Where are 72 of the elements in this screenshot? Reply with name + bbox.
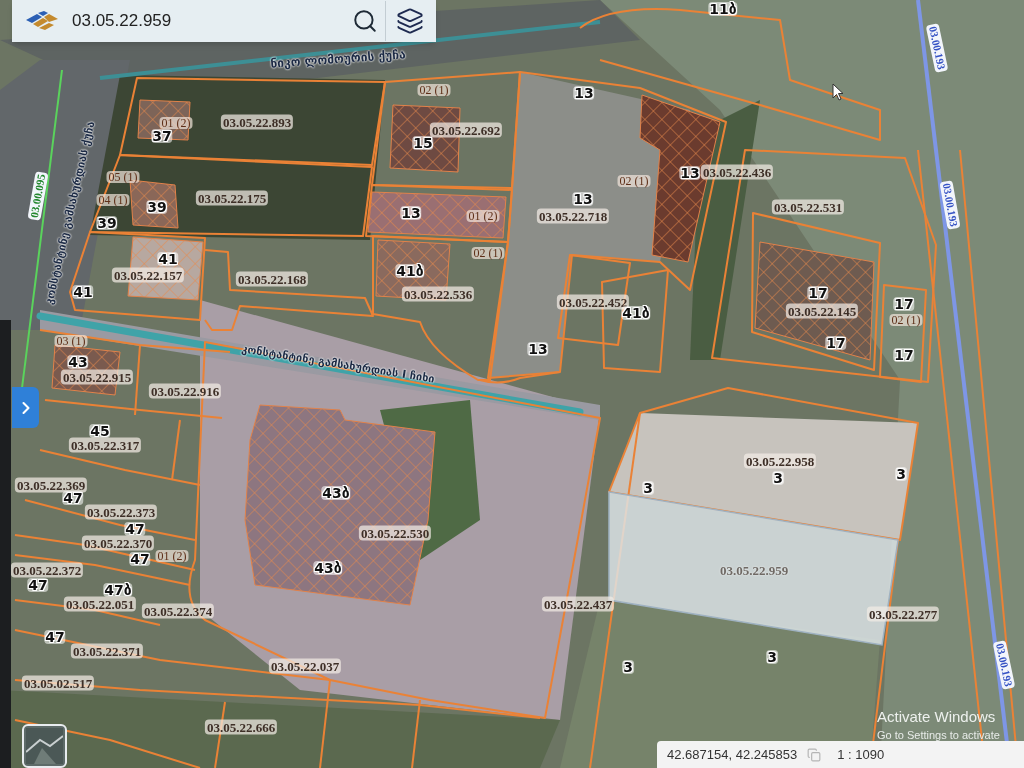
unit-label: 02 (1): [617, 175, 651, 187]
parcel-code-label: 03.05.22.531: [771, 199, 845, 215]
parcel-code-label: 03.05.22.958: [743, 453, 817, 469]
building-number-label: 41: [157, 252, 179, 266]
building-number-label: 3: [772, 471, 784, 485]
building-number-label: 3: [642, 481, 654, 495]
parcel-code-label: 03.05.22.372: [10, 562, 84, 578]
search-bar[interactable]: 03.05.22.959: [12, 0, 436, 42]
parcel-code-label: 03.05.22.692: [429, 122, 503, 138]
layers-icon: [396, 7, 424, 35]
parcel-code-label: 03.05.22.536: [401, 286, 475, 302]
scale-text: 1 : 1090: [837, 745, 885, 764]
building-number-label: 41ბ: [395, 264, 425, 278]
parcel-code-label: 03.05.22.530: [358, 525, 432, 541]
building-number-label: 17: [807, 286, 829, 300]
side-panel-toggle[interactable]: [12, 387, 39, 428]
parcel-code-label: 03.05.22.893: [220, 114, 294, 130]
unit-label: 01 (2): [155, 550, 189, 562]
building-number-label: 47: [129, 552, 151, 566]
parcel-code-label: 03.05.22.370: [81, 535, 155, 551]
building-number-label: 47: [44, 630, 66, 644]
parcel-code-label: 03.05.22.916: [148, 383, 222, 399]
parcel-code-label: 03.05.22.373: [84, 504, 158, 520]
building-number-label: 37: [151, 129, 173, 143]
building-number-label: 3: [622, 660, 634, 674]
parcel-code-label: 03.05.22.437: [541, 596, 615, 612]
building-number-label: 47: [27, 578, 49, 592]
building-number-label: 43ბ: [321, 486, 351, 500]
mouse-cursor-icon: [832, 83, 844, 101]
map-thumbnail-icon: [26, 728, 63, 764]
building-number-label: 43ბ: [313, 561, 343, 575]
parcel-code-label: 03.05.22.959: [719, 563, 789, 577]
building-number-label: 3: [895, 467, 907, 481]
unit-label: 04 (1): [96, 194, 130, 206]
search-icon: [352, 8, 378, 34]
parcel-code-label: 03.05.22.175: [195, 190, 269, 206]
building-number-label: 17: [825, 336, 847, 350]
building-number-label: 47: [124, 522, 146, 536]
parcel-code-label: 03.05.22.037: [268, 658, 342, 674]
parcel-code-label: 03.05.22.168: [235, 271, 309, 287]
coordinates-text: 42.687154, 42.245853: [667, 745, 798, 764]
basemap-toggle[interactable]: [22, 724, 67, 768]
search-field[interactable]: 03.05.22.959: [72, 6, 332, 36]
building-number-label: 17: [893, 348, 915, 362]
building-number-label: 17: [893, 297, 915, 311]
street-name-label: ნიკო ლომოურის ქუჩა: [270, 48, 406, 70]
unit-label: 03 (1): [54, 335, 88, 347]
parcel-code-label: 03.05.22.436: [700, 164, 774, 180]
building-number-label: 11ბ: [708, 2, 738, 16]
unit-label: 02 (1): [417, 84, 451, 96]
parcel-code-label: 03.05.02.517: [21, 675, 95, 691]
logo-icon: [24, 11, 60, 31]
building-number-label: 47ბ: [103, 583, 133, 597]
parcel-code-label: 03.05.22.718: [536, 208, 610, 224]
unit-label: 02 (1): [471, 247, 505, 259]
parcel-code-label: 03.05.22.317: [68, 437, 142, 453]
parcel-code-label: 03.05.22.915: [60, 369, 134, 385]
parcel-code-label: 03.05.22.371: [70, 643, 144, 659]
unit-label: 05 (1): [106, 171, 140, 183]
parcel-code-label: 03.05.22.277: [866, 606, 940, 622]
building-number-label: 47: [62, 491, 84, 505]
parcel-code-label: 03.05.22.666: [204, 719, 278, 735]
building-number-label: 41: [72, 285, 94, 299]
building-number-label: 3: [766, 650, 778, 664]
parcel-code-label: 03.05.22.369: [14, 477, 88, 493]
parcel-code-label: 03.05.22.374: [141, 603, 215, 619]
parcel-code-label: 03.05.22.157: [111, 267, 185, 283]
unit-label: 01 (2): [466, 210, 500, 222]
unit-label: 01 (2): [159, 117, 193, 129]
parcel-code-label: 03.05.22.145: [785, 303, 859, 319]
unit-label: 02 (1): [889, 314, 923, 326]
parcel-code-label: 03.05.22.051: [63, 596, 137, 612]
